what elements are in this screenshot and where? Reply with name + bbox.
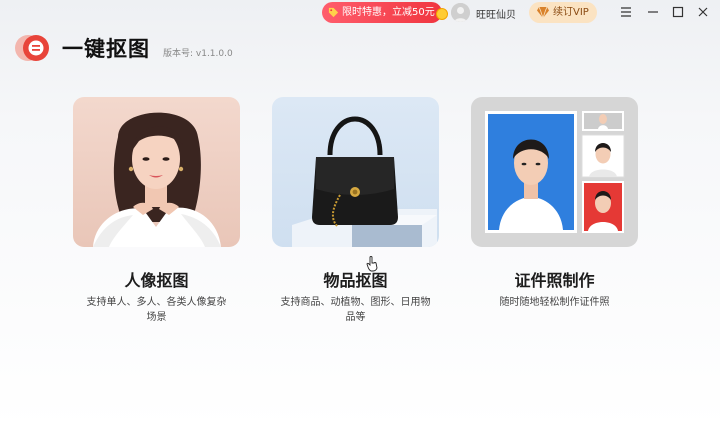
id-photo-card[interactable]: 证件照制作 随时随地轻松制作证件照 bbox=[471, 97, 638, 310]
renew-vip-button[interactable]: 续订VIP bbox=[529, 2, 597, 23]
user-avatar[interactable] bbox=[451, 3, 470, 22]
portrait-card-title: 人像抠图 bbox=[124, 271, 189, 290]
app-logo-icon bbox=[15, 35, 49, 61]
handbag-preview-image bbox=[272, 97, 439, 247]
title-bar: 限时特惠，立减50元 旺旺仙贝 续订VIP bbox=[0, 0, 720, 26]
close-icon[interactable] bbox=[696, 5, 710, 19]
id-photo-card-desc: 随时随地轻松制作证件照 bbox=[499, 297, 610, 308]
promo-banner-button[interactable]: 限时特惠，立减50元 bbox=[322, 2, 448, 23]
maximize-icon[interactable] bbox=[671, 5, 685, 19]
object-cutout-card[interactable]: 物品抠图 支持商品、动植物、图形、日用物品等 bbox=[272, 97, 439, 325]
coin-icon bbox=[436, 8, 448, 20]
id-photo-card-title: 证件照制作 bbox=[514, 271, 595, 290]
vip-label: 续订VIP bbox=[553, 7, 589, 18]
hand-cursor-icon bbox=[366, 256, 378, 272]
object-card-title: 物品抠图 bbox=[323, 271, 388, 290]
id-photo-preview-image bbox=[471, 97, 638, 247]
price-tag-icon bbox=[328, 7, 339, 18]
menu-icon[interactable] bbox=[619, 5, 633, 19]
diamond-icon bbox=[537, 7, 549, 18]
minimize-icon[interactable] bbox=[646, 5, 660, 19]
object-card-desc: 支持商品、动植物、图形、日用物品等 bbox=[280, 297, 431, 323]
portrait-preview-image bbox=[73, 97, 240, 247]
app-title: 一键抠图 bbox=[62, 37, 150, 61]
version-label: 版本号: v1.1.0.0 bbox=[163, 49, 233, 59]
username[interactable]: 旺旺仙贝 bbox=[476, 6, 516, 21]
portrait-card-desc: 支持单人、多人、各类人像复杂场景 bbox=[86, 297, 227, 323]
promo-label: 限时特惠，立减50元 bbox=[342, 7, 435, 18]
avatar-image bbox=[451, 3, 470, 22]
portrait-cutout-card[interactable]: 人像抠图 支持单人、多人、各类人像复杂场景 bbox=[73, 97, 240, 325]
